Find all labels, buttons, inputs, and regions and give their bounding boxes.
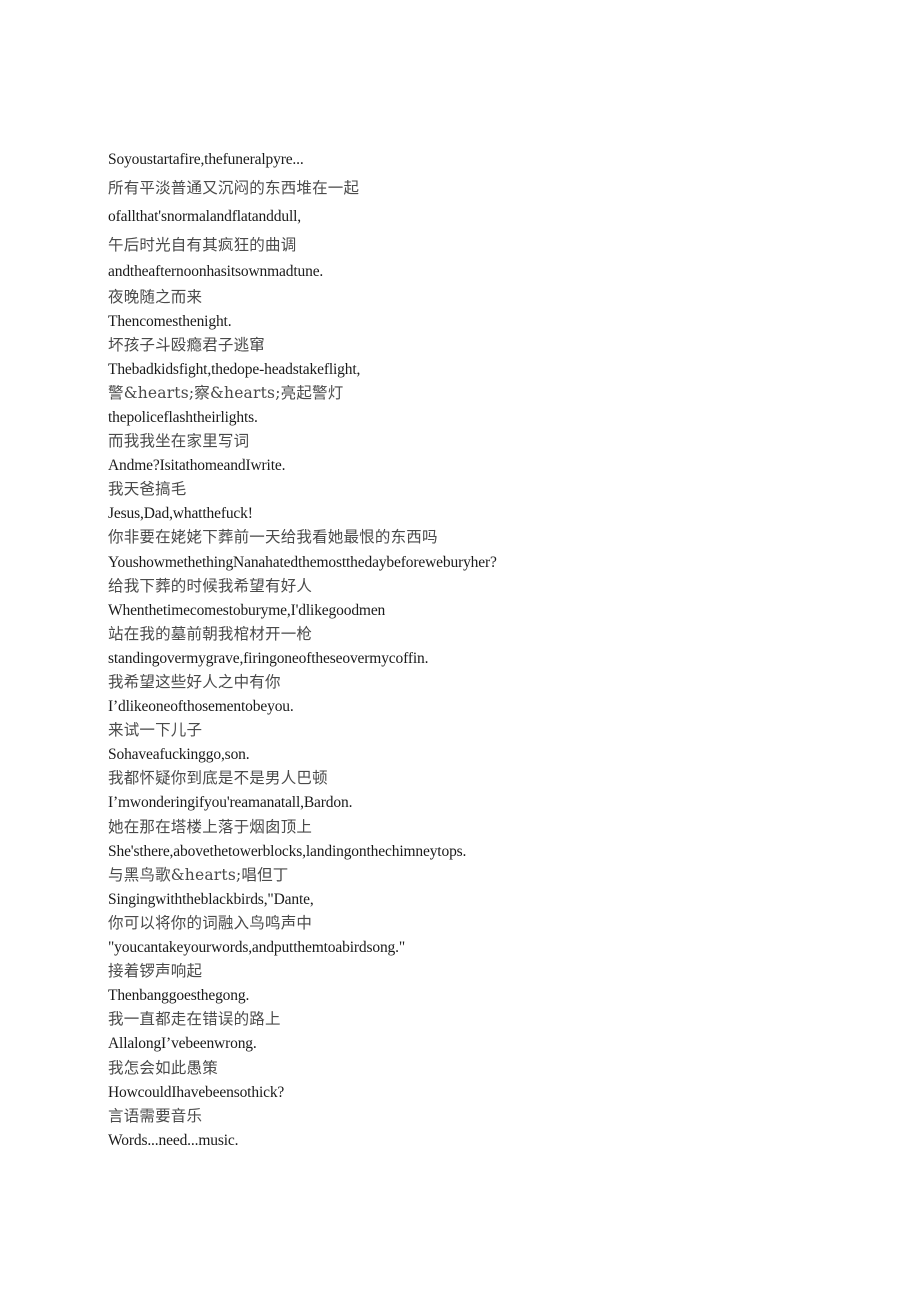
lyric-line-zh: 所有平淡普通又沉闷的东西堆在一起 [108, 178, 360, 197]
lyric-line-en: Sohaveafuckinggo,son. [108, 746, 250, 764]
lyric-line-zh: 与黑鸟歌&hearts;唱但丁 [108, 865, 289, 884]
lyric-line-zh: 我天爸搞毛 [108, 480, 187, 499]
lyric-line-zh: 警&hearts;察&hearts;亮起警灯 [108, 383, 344, 402]
lyric-line-zh: 午后时光自有其疯狂的曲调 [108, 235, 297, 254]
lyric-line-zh: 我都怀疑你到底是不是男人巴顿 [108, 769, 328, 788]
lyric-line-zh: 你非要在姥姥下葬前一天给我看她最恨的东西吗 [108, 528, 438, 547]
lyric-line-en: Words...need...music. [108, 1131, 239, 1149]
lyric-line-zh: 而我我坐在家里写词 [108, 432, 250, 451]
lyric-line-en: HowcouldIhavebeensothick? [108, 1083, 285, 1101]
lyric-line-zh: 你可以将你的词融入鸟鸣声中 [108, 913, 313, 932]
lyric-line-en: "youcantakeyourwords,andputthemtoabirdso… [108, 939, 406, 957]
lyric-line-en: Jesus,Dad,whatthefuck! [108, 505, 253, 523]
lyric-line-en: thepoliceflashtheirlights. [108, 408, 258, 426]
lyric-line-zh: 我希望这些好人之中有你 [108, 673, 281, 691]
lyric-line-en: Andme?IsitathomeandIwrite. [108, 457, 286, 475]
lyric-line-zh: 我怎会如此愚策 [108, 1058, 218, 1077]
lyric-line-en: Singingwiththeblackbirds,"Dante, [108, 890, 314, 908]
lyric-line-en: ofallthat'snormalandflatanddull, [108, 208, 301, 225]
lyric-line-en: AllalongI’vebeenwrong. [108, 1035, 257, 1053]
lyric-line-zh: 坏孩子斗殴瘾君子逃窜 [108, 335, 266, 354]
lyric-line-zh: 给我下葬的时候我希望有好人 [108, 576, 313, 595]
lyric-line-en: Thencomesthenight. [108, 312, 232, 330]
lyric-line-zh: 我一直都走在错误的路上 [108, 1010, 281, 1029]
lyric-line-zh: 言语需要音乐 [108, 1106, 203, 1125]
lyric-line-en: Thenbanggoesthegong. [108, 987, 250, 1005]
lyric-line-en: I’dlikeoneofthosementobeyou. [108, 698, 294, 716]
lyric-line-en: I’mwonderingifyou'reamanatall,Bardon. [108, 794, 353, 812]
lyric-line-zh: 夜晚随之而来 [108, 287, 203, 306]
lyric-line-en: andtheafternoonhasitsownmadtune. [108, 262, 324, 280]
lyric-line-zh: 她在那在塔楼上落于烟囱顶上 [108, 817, 313, 836]
lyric-line-en: Soyoustartafire,thefuneralpyre... [108, 151, 304, 168]
lyric-line-zh: 站在我的墓前朝我棺材开一枪 [108, 624, 313, 643]
lyric-line-en: She'sthere,abovethetowerblocks,landingon… [108, 842, 467, 860]
lyrics-text-block: Soyoustartafire,thefuneralpyre... 所有平淡普通又… [108, 152, 828, 1157]
lyric-line-en: standingovermygrave,firingoneoftheseover… [108, 649, 429, 667]
lyric-line-en: YoushowmethethingNanahatedthemostthedayb… [108, 553, 497, 571]
lyric-line-zh: 接着锣声响起 [108, 962, 203, 981]
lyric-line-zh: 来试一下儿子 [108, 721, 203, 740]
document-page: Soyoustartafire,thefuneralpyre... 所有平淡普通又… [0, 0, 920, 1301]
lyric-line-en: Thebadkidsfight,thedope-headstakeflight, [108, 360, 361, 378]
lyric-line-en: Whenthetimecomestoburyme,I'dlikegoodmen [108, 601, 386, 619]
